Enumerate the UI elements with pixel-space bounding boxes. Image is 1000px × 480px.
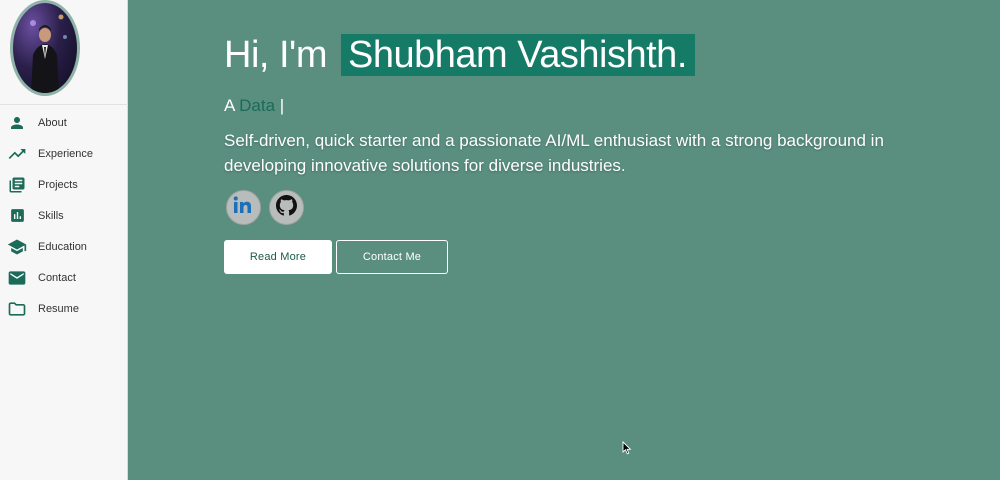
- read-more-button[interactable]: Read More: [224, 240, 332, 274]
- hero-heading: Hi, I'm Shubham Vashishth.: [224, 32, 964, 78]
- sidebar-item-skills[interactable]: Skills: [0, 200, 128, 231]
- sidebar-item-resume[interactable]: Resume: [0, 293, 128, 324]
- hero-actions: Read More Contact Me: [224, 240, 964, 274]
- hero-section: Hi, I'm Shubham Vashishth. A Data | Self…: [224, 32, 964, 274]
- sidebar-item-label: Contact: [38, 271, 76, 284]
- sidebar-item-label: Experience: [38, 147, 94, 160]
- person-icon: [7, 113, 27, 133]
- hero-bio: Self-driven, quick starter and a passion…: [224, 131, 884, 175]
- role-word: Data: [239, 96, 276, 115]
- folder-icon: [7, 299, 27, 319]
- sidebar-item-label: Education: [38, 240, 87, 253]
- avatar-portrait-icon: [30, 14, 67, 93]
- mouse-cursor-icon: [622, 440, 632, 460]
- sidebar-item-education[interactable]: Education: [0, 231, 128, 262]
- sidebar-item-about[interactable]: About: [0, 107, 128, 138]
- sidebar-item-projects[interactable]: Projects: [0, 169, 128, 200]
- typing-cursor: |: [279, 96, 285, 115]
- sidebar-item-label: Skills: [38, 209, 64, 222]
- social-links: [224, 190, 964, 228]
- trending-up-icon: [7, 144, 27, 164]
- sidebar-nav: About Experience Projects Skills Educati…: [0, 107, 128, 324]
- sidebar-item-label: About: [38, 116, 67, 129]
- graduation-cap-icon: [7, 237, 27, 257]
- bar-chart-icon: [7, 206, 27, 226]
- sidebar-item-contact[interactable]: Contact: [0, 262, 128, 293]
- sidebar-item-experience[interactable]: Experience: [0, 138, 128, 169]
- contact-me-button[interactable]: Contact Me: [336, 240, 448, 274]
- sidebar: About Experience Projects Skills Educati…: [0, 0, 128, 480]
- avatar: [13, 3, 77, 93]
- role-prefix: A: [224, 96, 235, 115]
- page: About Experience Projects Skills Educati…: [0, 0, 1000, 480]
- sidebar-item-label: Projects: [38, 178, 78, 191]
- sidebar-item-label: Resume: [38, 302, 79, 315]
- library-books-icon: [7, 175, 27, 195]
- github-icon: [276, 194, 297, 221]
- mail-icon: [7, 268, 27, 288]
- profile-avatar-frame: [10, 0, 80, 96]
- linkedin-button[interactable]: [226, 190, 261, 225]
- linkedin-icon: [233, 196, 255, 219]
- hero-name: Shubham Vashishth.: [341, 34, 695, 76]
- sidebar-divider: [0, 104, 128, 105]
- github-button[interactable]: [269, 190, 304, 225]
- typed-role: A Data |: [224, 96, 964, 116]
- greeting-prefix: Hi, I'm: [224, 34, 327, 76]
